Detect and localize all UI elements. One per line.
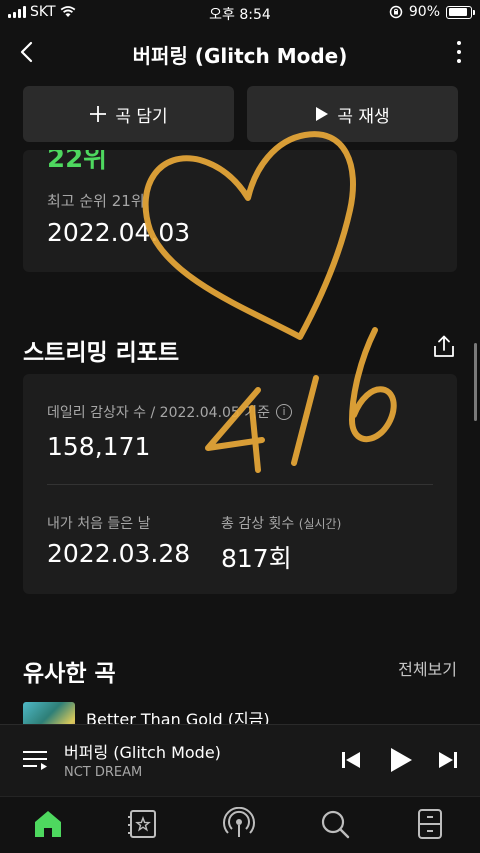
- mini-player[interactable]: 버퍼링 (Glitch Mode) NCT DREAM: [0, 724, 480, 796]
- storage-icon[interactable]: [413, 807, 447, 841]
- add-song-label: 곡 담기: [115, 106, 168, 127]
- total-plays-label: 총 감상 횟수: [221, 516, 295, 532]
- streaming-report-title: 스트리밍 리포트: [23, 340, 180, 366]
- divider: [47, 484, 433, 485]
- first-listen-label: 내가 처음 들은 날: [47, 516, 151, 532]
- plus-icon: [90, 106, 107, 122]
- daily-listeners-value: 158,171: [47, 432, 151, 461]
- scroll-indicator: [474, 343, 477, 421]
- next-track-icon[interactable]: [433, 745, 463, 775]
- first-listen-value: 2022.03.28: [47, 539, 191, 568]
- daily-listeners-label: 데일리 감상자 수 / 2022.04.05 기준: [47, 405, 271, 421]
- library-icon[interactable]: [126, 807, 160, 841]
- total-plays-sub: (실시간): [298, 517, 342, 531]
- previous-track-icon[interactable]: [336, 745, 366, 775]
- status-bar: SKT 오후 8:54 90%: [0, 0, 480, 24]
- daily-listeners-row: 데일리 감상자 수 / 2022.04.05 기준 i: [47, 402, 293, 422]
- add-song-button[interactable]: 곡 담기: [23, 86, 234, 142]
- album-thumbnail: [23, 702, 75, 724]
- song-title: Better Than Gold (지금): [86, 710, 270, 724]
- page-title: 버퍼링 (Glitch Mode): [132, 44, 348, 68]
- battery-percent: 90%: [408, 4, 440, 20]
- play-icon[interactable]: [385, 745, 415, 775]
- info-icon[interactable]: i: [276, 404, 293, 420]
- similar-songs-title: 유사한 곡: [23, 661, 116, 687]
- more-options-button[interactable]: [454, 38, 464, 66]
- best-rank-date: 2022.04.03: [47, 218, 191, 247]
- home-icon[interactable]: [31, 807, 65, 841]
- play-song-button[interactable]: 곡 재생: [247, 86, 458, 142]
- bottom-tab-bar: [0, 796, 480, 853]
- playlist-icon[interactable]: [22, 748, 48, 772]
- podcast-icon[interactable]: [222, 807, 256, 841]
- player-title: 버퍼링 (Glitch Mode): [64, 743, 221, 762]
- search-icon[interactable]: [318, 807, 352, 841]
- list-item[interactable]: Better Than Gold (지금): [23, 702, 480, 724]
- top-bar: 버퍼링 (Glitch Mode): [0, 30, 480, 76]
- battery-icon: [446, 5, 475, 19]
- chart-rank-card: 22위 최고 순위 21위 2022.04.03: [23, 150, 457, 272]
- total-plays-value: 817회: [221, 544, 292, 573]
- current-rank: 22위: [47, 150, 108, 174]
- best-rank-label: 최고 순위 21위: [47, 192, 145, 210]
- total-plays-label-row: 총 감상 횟수 (실시간): [221, 513, 341, 533]
- orientation-lock-icon: [389, 5, 403, 19]
- play-icon: [316, 107, 329, 121]
- share-icon[interactable]: [431, 334, 457, 360]
- player-artist: NCT DREAM: [64, 765, 143, 780]
- play-song-label: 곡 재생: [337, 106, 390, 127]
- streaming-report-card: 데일리 감상자 수 / 2022.04.05 기준 i 158,171 내가 처…: [23, 374, 457, 594]
- see-all-link[interactable]: 전체보기: [398, 656, 457, 680]
